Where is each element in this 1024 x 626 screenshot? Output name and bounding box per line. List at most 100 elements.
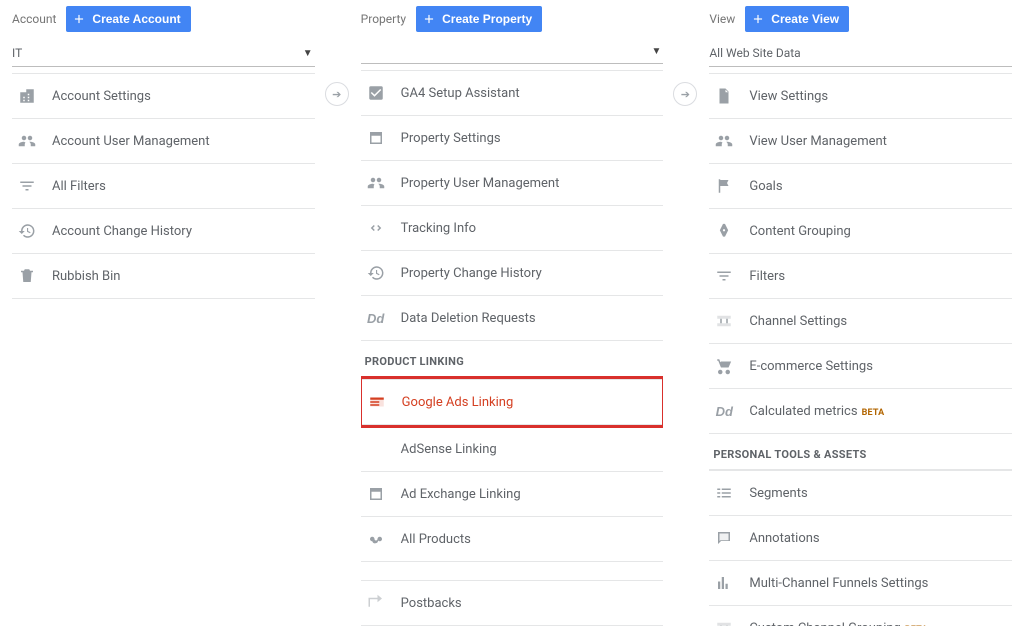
- caret-down-icon: ▼: [651, 46, 661, 57]
- infinity-icon: [365, 528, 387, 550]
- annotation-icon: [713, 527, 735, 549]
- nav-item-label: All Filters: [52, 179, 106, 194]
- product-linking-menu: Google Ads Linking AdSense Linking Ad Exch…: [361, 376, 664, 562]
- nav-item-all-products[interactable]: All Products: [361, 517, 664, 562]
- account-menu: Account Settings Account User Management A…: [12, 73, 315, 299]
- view-column: ➔ View Create View All Web Site Data ▼ V…: [697, 0, 1024, 626]
- nav-item-label: E-commerce Settings: [749, 359, 873, 374]
- nav-item-label: Annotations: [749, 531, 819, 546]
- check-box-icon: [365, 82, 387, 104]
- nav-item-label: Tracking Info: [401, 221, 476, 236]
- nav-item-account-settings[interactable]: Account Settings: [12, 73, 315, 119]
- view-header: View: [709, 12, 735, 26]
- dd-icon: Dd: [365, 307, 387, 329]
- people-icon: [365, 172, 387, 194]
- nav-item-view-user-management[interactable]: View User Management: [709, 119, 1012, 164]
- nav-item-calculated-metrics[interactable]: Dd Calculated metricsBETA: [709, 389, 1012, 434]
- nav-item-label: Rubbish Bin: [52, 269, 120, 284]
- code-icon: [365, 217, 387, 239]
- nav-item-property-change-history[interactable]: Property Change History: [361, 251, 664, 296]
- nav-item-goals[interactable]: Goals: [709, 164, 1012, 209]
- personal-tools-menu: Segments Annotations Multi-Channel Funnels…: [709, 470, 1012, 626]
- nav-item-label: View User Management: [749, 134, 887, 149]
- nav-item-property-settings[interactable]: Property Settings: [361, 116, 664, 161]
- nav-item-multi-channel-funnels-settings[interactable]: Multi-Channel Funnels Settings: [709, 561, 1012, 606]
- nav-item-label: Multi-Channel Funnels Settings: [749, 576, 928, 591]
- nav-item-tracking-info[interactable]: Tracking Info: [361, 206, 664, 251]
- channel-icon: [713, 617, 735, 626]
- nav-item-annotations[interactable]: Annotations: [709, 516, 1012, 561]
- nav-item-property-user-management[interactable]: Property User Management: [361, 161, 664, 206]
- square-icon: [365, 483, 387, 505]
- create-account-button[interactable]: Create Account: [66, 6, 190, 32]
- nav-item-google-ads-linking[interactable]: Google Ads Linking: [362, 379, 663, 425]
- property-selector[interactable]: ▼: [361, 40, 664, 64]
- bars-icon: [713, 572, 735, 594]
- nav-item-account-user-management[interactable]: Account User Management: [12, 119, 315, 164]
- nav-item-label: Channel Settings: [749, 314, 847, 329]
- plus-icon: [422, 12, 436, 26]
- nav-item-label: Property Settings: [401, 131, 501, 146]
- personal-tools-heading: PERSONAL TOOLS & ASSETS: [709, 434, 1012, 470]
- property-extras-menu: PostbacksAudience DefinitionsDdCustom De…: [361, 580, 664, 626]
- nav-item-data-deletion-requests[interactable]: Dd Data Deletion Requests: [361, 296, 664, 341]
- nav-item-e-commerce-settings[interactable]: E-commerce Settings: [709, 344, 1012, 389]
- nav-item-filters[interactable]: Filters: [709, 254, 1012, 299]
- nav-item-all-filters[interactable]: All Filters: [12, 164, 315, 209]
- beta-badge: BETA: [862, 408, 885, 418]
- nav-item-label: Custom Channel GroupingBETA: [749, 621, 927, 626]
- create-property-label: Create Property: [442, 10, 532, 28]
- create-account-label: Create Account: [92, 10, 180, 28]
- nav-item-label: Data Deletion Requests: [401, 311, 536, 326]
- nav-item-custom-channel-grouping[interactable]: Custom Channel GroupingBETA: [709, 606, 1012, 626]
- nav-item-label: Postbacks: [401, 596, 462, 611]
- view-selector-value: All Web Site Data: [709, 46, 800, 60]
- nav-item-label: GA4 Setup Assistant: [401, 86, 520, 101]
- create-view-button[interactable]: Create View: [745, 6, 849, 32]
- nav-item-label: All Products: [401, 532, 471, 547]
- ads-icon: [366, 391, 388, 413]
- nav-item-ga4-setup-assistant[interactable]: GA4 Setup Assistant: [361, 70, 664, 116]
- nav-item-label: View Settings: [749, 89, 828, 104]
- view-menu: View Settings View User Management Goals Co…: [709, 73, 1012, 434]
- doc-icon: [713, 85, 735, 107]
- people-icon: [16, 130, 38, 152]
- nav-item-label: Account User Management: [52, 134, 210, 149]
- account-selector[interactable]: IT ▼: [12, 40, 315, 67]
- nav-item-content-grouping[interactable]: Content Grouping: [709, 209, 1012, 254]
- people-icon: [713, 130, 735, 152]
- postback-icon: [365, 592, 387, 614]
- nav-item-rubbish-bin[interactable]: Rubbish Bin: [12, 254, 315, 299]
- nav-item-segments[interactable]: Segments: [709, 470, 1012, 516]
- view-selector[interactable]: All Web Site Data ▼: [709, 40, 1012, 67]
- nav-item-label: Filters: [749, 269, 785, 284]
- nav-item-label: Account Change History: [52, 224, 192, 239]
- column-connector-icon: ➔: [325, 82, 349, 106]
- dd-icon: Dd: [713, 400, 735, 422]
- trash-icon: [16, 265, 38, 287]
- create-view-label: Create View: [771, 10, 839, 28]
- history-icon: [16, 220, 38, 242]
- cart-icon: [713, 355, 735, 377]
- nav-item-label: Calculated metricsBETA: [749, 404, 884, 419]
- nav-item-channel-settings[interactable]: Channel Settings: [709, 299, 1012, 344]
- column-connector-icon: ➔: [673, 82, 697, 106]
- create-property-button[interactable]: Create Property: [416, 6, 542, 32]
- property-menu: GA4 Setup Assistant Property Settings Prop…: [361, 70, 664, 341]
- funnel-icon: [713, 265, 735, 287]
- nav-item-label: AdSense Linking: [401, 442, 497, 457]
- plus-icon: [751, 12, 765, 26]
- property-column: ➔ Property Create Property ▼ GA4 Setup A…: [349, 0, 676, 626]
- caret-down-icon: ▼: [303, 48, 313, 59]
- property-header: Property: [361, 12, 406, 26]
- nav-item-view-settings[interactable]: View Settings: [709, 73, 1012, 119]
- nav-item-adsense-linking[interactable]: AdSense Linking: [361, 427, 664, 472]
- account-column: Account Create Account IT ▼ Account Sett…: [0, 0, 327, 626]
- nav-item-label: Google Ads Linking: [402, 395, 514, 410]
- nav-item-account-change-history[interactable]: Account Change History: [12, 209, 315, 254]
- nav-item-postbacks[interactable]: Postbacks: [361, 580, 664, 626]
- nav-item-label: Property Change History: [401, 266, 542, 281]
- nav-item-label: Goals: [749, 179, 782, 194]
- product-linking-heading: PRODUCT LINKING: [361, 341, 664, 377]
- nav-item-ad-exchange-linking[interactable]: Ad Exchange Linking: [361, 472, 664, 517]
